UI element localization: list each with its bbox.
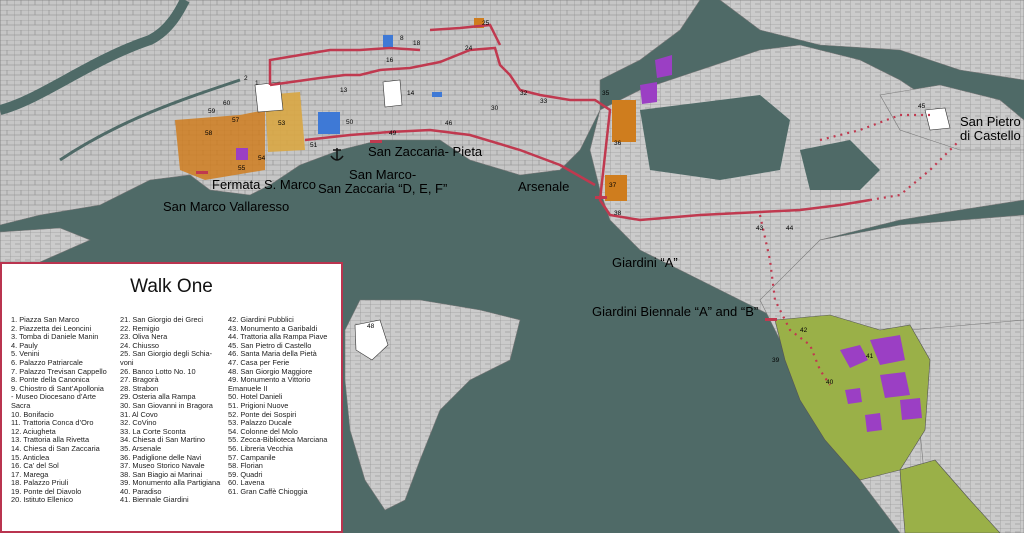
marker-25: 25 — [482, 20, 490, 27]
label-fermata-s-marco: Fermata S. Marco — [212, 177, 317, 192]
marker-35: 35 — [602, 90, 610, 97]
marker-36: 36 — [614, 140, 622, 147]
label-line-1: San Marco- — [349, 167, 417, 182]
label-giardini-a: Giardini “A” — [612, 255, 678, 270]
marker-43: 43 — [756, 225, 764, 232]
legend-column-2: 21. San Giorgio dei Greci 22. Remigio 23. … — [120, 315, 225, 505]
stop-zaccaria — [370, 140, 382, 143]
marker-45: 45 — [918, 103, 926, 110]
stop-giardini — [765, 318, 777, 321]
marker-51: 51 — [310, 142, 318, 149]
label-line-2: San Zaccaria “D, E, F” — [318, 181, 448, 196]
marker-38: 38 — [614, 210, 622, 217]
marker-60: 60 — [223, 100, 231, 107]
marker-42: 42 — [800, 327, 808, 334]
marker-16: 16 — [386, 57, 394, 64]
marker-49: 49 — [389, 130, 397, 137]
legend-column-3: 42. Giardini Pubblici 43. Monumento a Gar… — [228, 315, 340, 496]
piazza-white — [254, 81, 284, 113]
legend-title: Walk One — [130, 276, 213, 297]
label-san-marco-san-zaccaria: San Marco- San Zaccaria “D, E, F” — [318, 168, 447, 196]
marker-44: 44 — [786, 225, 794, 232]
hotel-danieli-blue — [318, 112, 340, 134]
legend-item: 41. Biennale Giardini — [120, 495, 189, 505]
label-line-1: San Pietro — [960, 114, 1021, 129]
marker-50: 50 — [346, 119, 354, 126]
label-san-zaccaria-pieta: San Zaccaria- Pieta — [368, 144, 483, 159]
marker-58: 58 — [205, 130, 213, 137]
san-marco-orange-zone — [175, 110, 265, 180]
marker-55: 55 — [238, 165, 246, 172]
stop-arsenale — [595, 196, 607, 199]
marker-41: 41 — [866, 353, 874, 360]
marker-14: 14 — [407, 90, 415, 97]
label-san-marco-vallaresso: San Marco Vallaresso — [163, 199, 290, 214]
blue-bldg-3 — [432, 92, 442, 97]
orange-36 — [612, 100, 636, 142]
marker-46: 46 — [445, 120, 453, 127]
marker-40: 40 — [826, 379, 834, 386]
legend-column-1: 1. Piazza San Marco 2. Piazzetta dei Leon… — [11, 315, 116, 505]
marker-37: 37 — [609, 182, 617, 189]
purple-east-2 — [640, 82, 657, 104]
legend-panel: Walk One 1. Piazza San Marco 2. Piazzetta… — [0, 262, 343, 533]
marker-2: 2 — [244, 75, 248, 82]
label-san-pietro-di-castello: San Pietro di Castello — [960, 115, 1021, 143]
marker-33: 33 — [540, 98, 548, 105]
church-zaccaria — [382, 79, 403, 108]
purple-55 — [236, 148, 248, 160]
marker-39: 39 — [772, 357, 780, 364]
marker-30: 30 — [491, 105, 499, 112]
label-arsenale: Arsenale — [518, 179, 570, 194]
marker-59: 59 — [208, 108, 216, 115]
marker-54: 54 — [258, 155, 266, 162]
legend-item: 61. Gran Caffè Chioggia — [228, 486, 308, 496]
marker-18: 18 — [413, 40, 421, 47]
marker-24: 24 — [465, 45, 473, 52]
marker-48: 48 — [367, 323, 375, 330]
marker-32: 32 — [520, 90, 528, 97]
marker-53: 53 — [278, 120, 286, 127]
marker-8: 8 — [400, 35, 404, 42]
stop-san-marco — [196, 171, 208, 174]
marker-13: 13 — [340, 87, 348, 94]
arsenale-basin — [640, 95, 790, 180]
legend-item: 25. San Giorgio degli Schia- — [120, 349, 213, 359]
marker-57: 57 — [232, 117, 240, 124]
label-line-2: di Castello — [960, 128, 1021, 143]
label-giardini-biennale: Giardini Biennale “A” and “B” — [592, 304, 759, 319]
legend-item: 20. Istituto Ellenico — [11, 495, 74, 505]
marker-1: 1 — [255, 80, 259, 87]
